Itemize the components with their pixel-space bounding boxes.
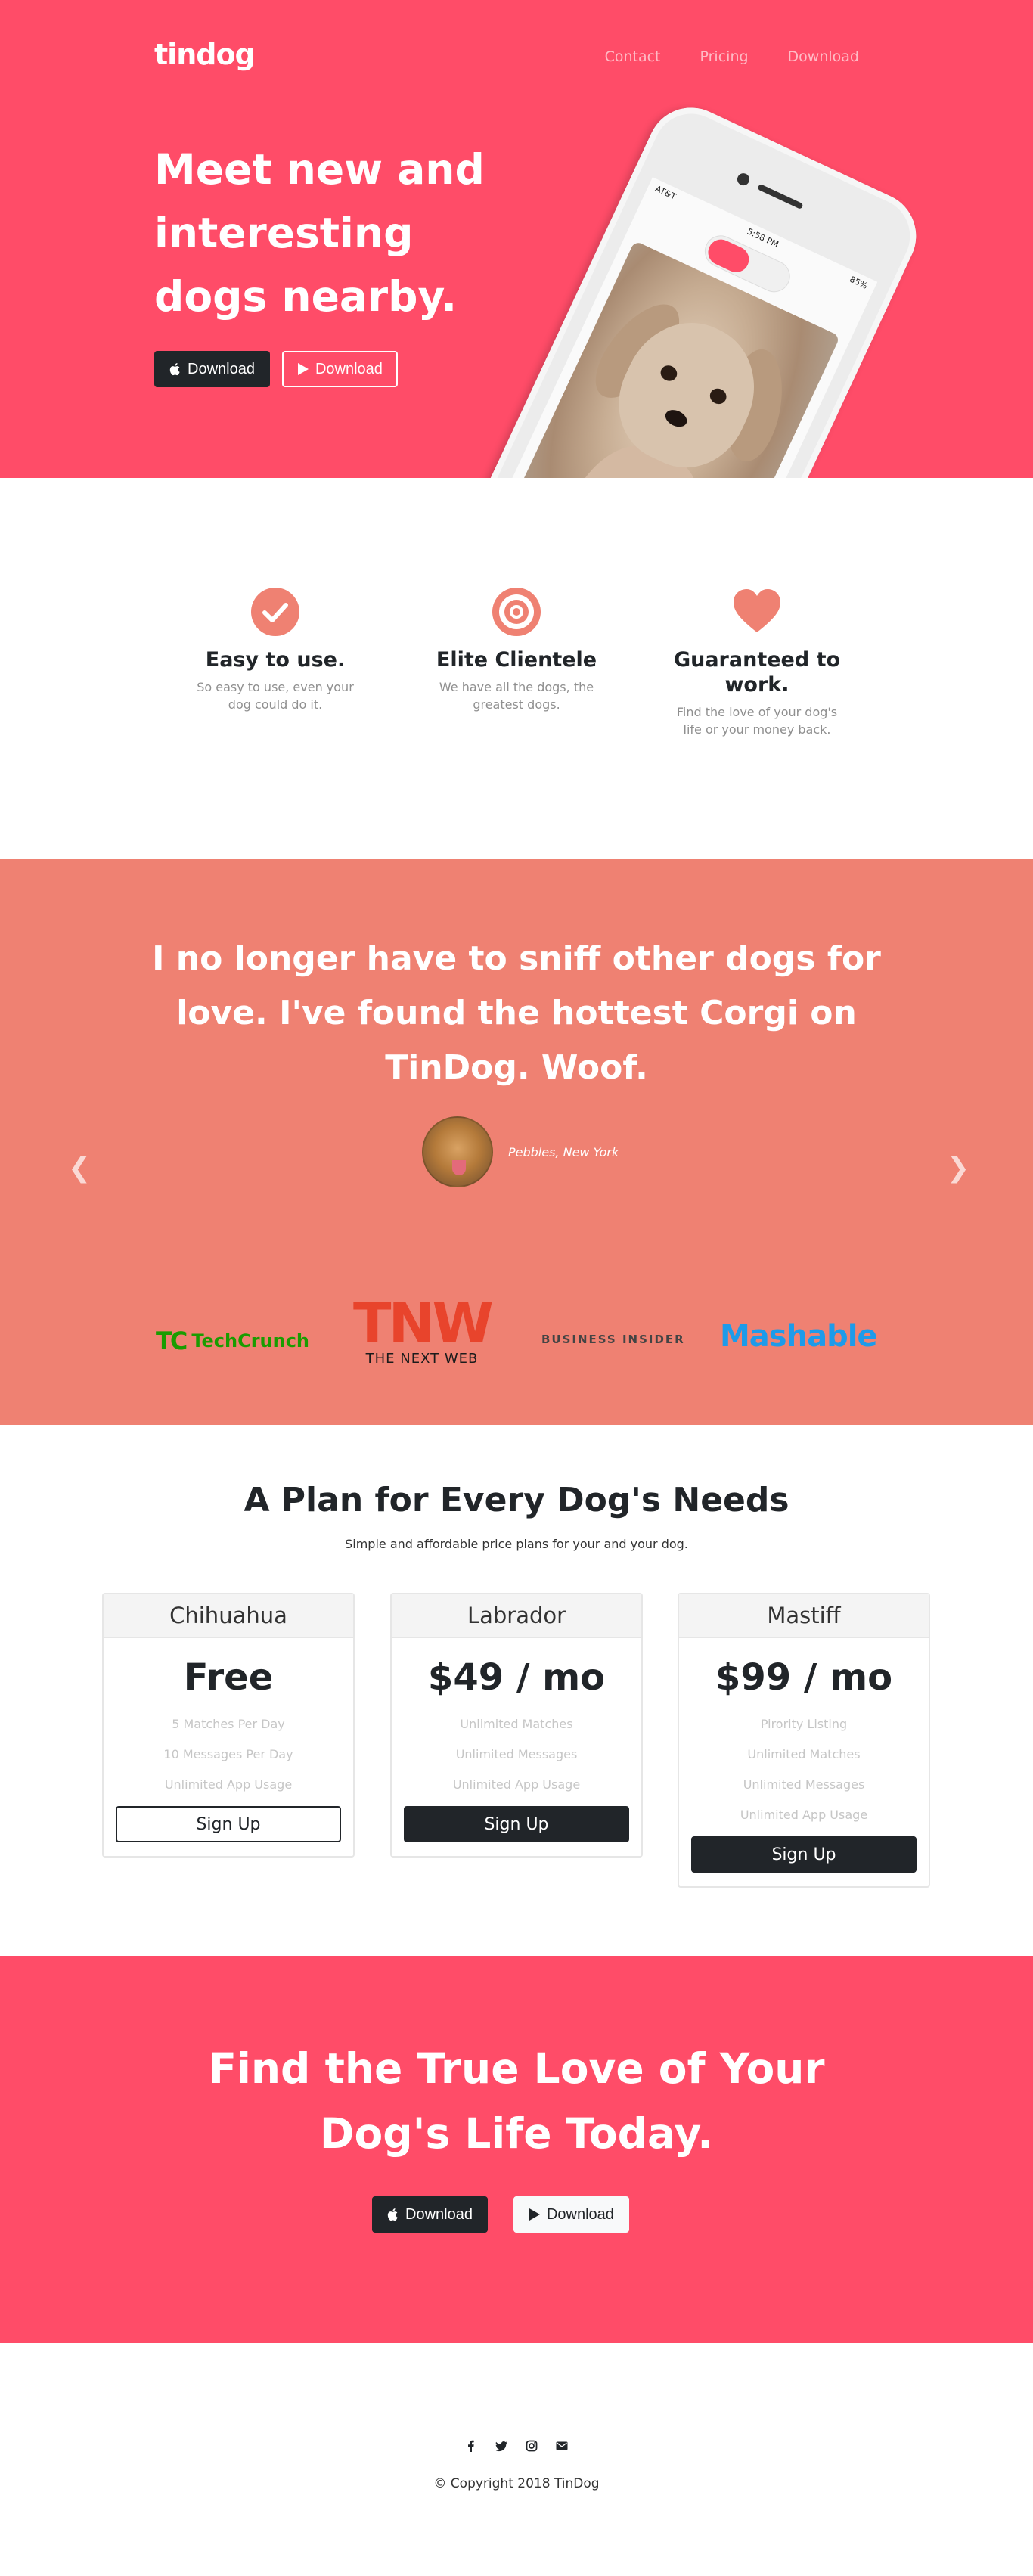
feature-elite-clientele: Elite Clientele We have all the dogs, th… (432, 587, 601, 713)
feature-title: Guaranteed to work. (673, 648, 841, 697)
plan-body: Free 5 Matches Per Day 10 Messages Per D… (104, 1638, 353, 1856)
plan-body: $99 / mo Pirority Listing Unlimited Matc… (679, 1638, 929, 1886)
avatar (422, 1116, 493, 1187)
nav-link-download[interactable]: Download (788, 48, 859, 65)
tnw-subtitle: THE NEXT WEB (365, 1351, 479, 1367)
phone-time: 5:58 PM (746, 226, 780, 250)
download-apple-label: Download (188, 360, 255, 377)
plan-feature: 5 Matches Per Day (172, 1717, 285, 1731)
mashable-logo: Mashable (720, 1319, 878, 1354)
feature-guaranteed: Guaranteed to work. Find the love of you… (672, 587, 842, 738)
plan-price: $49 / mo (427, 1656, 606, 1699)
plan-feature: Unlimited App Usage (740, 1808, 868, 1822)
cta-download-apple-button[interactable]: Download (372, 2196, 488, 2233)
twitter-icon[interactable] (495, 2440, 507, 2452)
pricing-section: A Plan for Every Dog's Needs Simple and … (0, 1425, 1033, 1956)
nav-link-contact[interactable]: Contact (605, 48, 661, 65)
social-links (0, 2440, 1033, 2452)
feature-title: Elite Clientele (436, 648, 597, 672)
plan-name: Mastiff (679, 1594, 929, 1638)
plan-body: $49 / mo Unlimited Matches Unlimited Mes… (392, 1638, 641, 1856)
testimonial-author: Pebbles, New York (422, 1116, 619, 1187)
feature-text: We have all the dogs, the greatest dogs. (439, 680, 594, 712)
tnw-logo: TNW THE NEXT WEB (345, 1291, 499, 1367)
pricing-card-chihuahua: Chihuahua Free 5 Matches Per Day 10 Mess… (102, 1593, 355, 1858)
techcrunch-logo: TC TechCrunch (156, 1327, 309, 1355)
bullseye-icon (492, 588, 541, 636)
phone-battery: 85% (848, 274, 870, 291)
plan-feature: Unlimited App Usage (164, 1777, 293, 1792)
plan-feature: Unlimited Messages (455, 1747, 578, 1761)
signup-button-chihuahua[interactable]: Sign Up (116, 1806, 341, 1842)
copyright-text: © Copyright 2018 TinDog (433, 2476, 600, 2491)
pricing-title: A Plan for Every Dog's Needs (244, 1481, 789, 1519)
download-google-play-label: Download (315, 360, 383, 377)
envelope-icon[interactable] (556, 2440, 568, 2452)
cta-title: Find the True Love of Your Dog's Life To… (208, 2044, 825, 2158)
check-circle-icon (251, 588, 299, 636)
testimonials-section: ❮ ❯ I no longer have to sniff other dogs… (0, 859, 1033, 1425)
testimonial-author-name: Pebbles, New York (508, 1144, 619, 1159)
features-section: Easy to use. So easy to use, even your d… (0, 478, 1033, 859)
feature-text: Find the love of your dog's life or your… (676, 705, 838, 737)
brand-logo[interactable]: tindog (154, 38, 256, 71)
phone-carrier: AT&T (653, 183, 678, 202)
plan-name: Chihuahua (104, 1594, 353, 1638)
nav-link-pricing[interactable]: Pricing (700, 48, 749, 65)
apple-icon (387, 2208, 398, 2221)
plan-feature: Unlimited App Usage (452, 1777, 581, 1792)
facebook-icon[interactable] (465, 2440, 477, 2452)
hero-download-buttons: Download Download (154, 351, 398, 387)
navbar: tindog Contact Pricing Download (154, 38, 859, 77)
pricing-subtitle: Simple and affordable price plans for yo… (345, 1537, 688, 1551)
signup-button-labrador[interactable]: Sign Up (404, 1806, 629, 1842)
phone-camera (735, 171, 752, 188)
google-play-icon (297, 363, 309, 375)
instagram-icon[interactable] (526, 2440, 538, 2452)
apple-icon (169, 363, 180, 376)
feature-text: So easy to use, even your dog could do i… (197, 680, 354, 712)
plan-feature: Pirority Listing (760, 1717, 848, 1731)
feature-easy-to-use: Easy to use. So easy to use, even your d… (191, 587, 360, 713)
plan-name: Labrador (392, 1594, 641, 1638)
press-logos: TC TechCrunch TNW THE NEXT WEB BUSINESS … (0, 1291, 1033, 1381)
google-play-icon (529, 2208, 540, 2221)
feature-title: Easy to use. (205, 648, 346, 672)
plan-feature-list: 5 Matches Per Day 10 Messages Per Day Un… (116, 1709, 341, 1800)
carousel-next-icon[interactable]: ❯ (947, 1153, 969, 1184)
cta-download-buttons: Download Download (372, 2196, 629, 2233)
techcrunch-wordmark: TechCrunch (191, 1330, 310, 1352)
plan-price: $99 / mo (715, 1656, 893, 1699)
app-toggle-knob (703, 235, 753, 277)
avatar-dog-tongue (452, 1160, 466, 1175)
pricing-card-labrador: Labrador $49 / mo Unlimited Matches Unli… (390, 1593, 643, 1858)
plan-feature-list: Pirority Listing Unlimited Matches Unlim… (691, 1709, 917, 1830)
techcrunch-mark-icon: TC (156, 1327, 188, 1355)
cta-download-apple-label: Download (405, 2205, 473, 2223)
plan-price: Free (183, 1656, 274, 1699)
signup-button-mastiff[interactable]: Sign Up (691, 1836, 917, 1873)
carousel-prev-icon[interactable]: ❮ (68, 1153, 91, 1184)
business-insider-logo: BUSINESS INSIDER (541, 1333, 685, 1346)
cta-download-google-play-button[interactable]: Download (513, 2196, 629, 2233)
testimonial-quote: I no longer have to sniff other dogs for… (152, 939, 881, 1087)
download-apple-button[interactable]: Download (154, 351, 270, 387)
phone-speaker (757, 183, 804, 210)
pricing-card-mastiff: Mastiff $99 / mo Pirority Listing Unlimi… (678, 1593, 930, 1888)
plan-feature: 10 Messages Per Day (163, 1747, 293, 1761)
tnw-mark: TNW (352, 1291, 494, 1356)
plan-feature: Unlimited Matches (747, 1747, 861, 1761)
nav-links: Contact Pricing Download (605, 48, 859, 65)
plan-feature-list: Unlimited Matches Unlimited Messages Unl… (404, 1709, 629, 1800)
heart-icon (734, 589, 780, 632)
hero-title: Meet new and interesting dogs nearby. (154, 145, 485, 321)
download-google-play-button[interactable]: Download (281, 351, 398, 387)
cta-section: Find the True Love of Your Dog's Life To… (0, 1956, 1033, 2343)
footer: © Copyright 2018 TinDog (0, 2343, 1033, 2576)
plan-feature: Unlimited Messages (743, 1777, 865, 1792)
cta-download-google-play-label: Download (546, 2205, 614, 2223)
plan-feature: Unlimited Matches (460, 1717, 573, 1731)
hero-section: tindog Contact Pricing Download Meet new… (0, 0, 1033, 478)
